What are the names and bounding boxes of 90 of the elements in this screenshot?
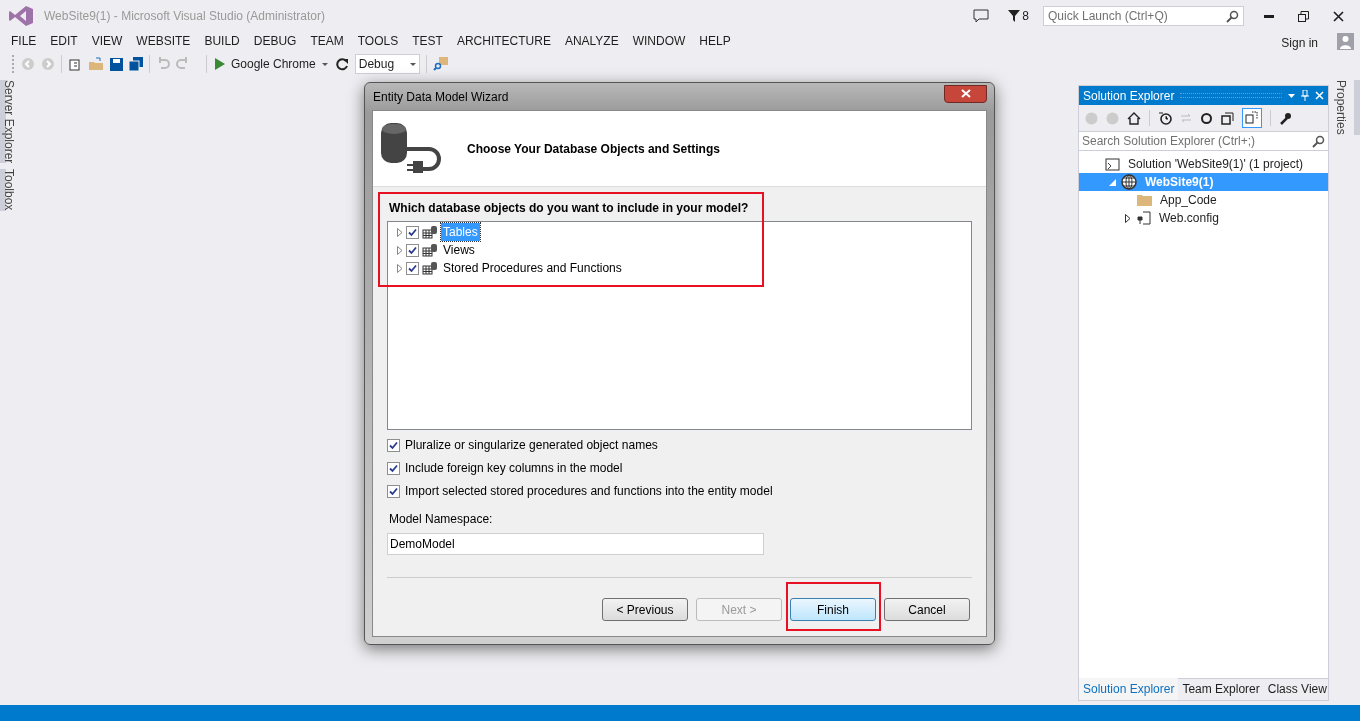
expanded-arrow-icon[interactable] [1108,178,1116,186]
tree-item-label: WebSite9(1) [1145,174,1214,191]
tree-item[interactable]: Views [441,241,477,259]
option-label: Import selected stored procedures and functions into the entity model [405,483,773,500]
sign-in-link[interactable]: Sign in [1281,33,1318,52]
tree-item[interactable]: Solution 'WebSite9(1)' (1 project) [1079,155,1328,173]
menu-item[interactable]: WINDOW [625,32,693,50]
menu-item[interactable]: TOOLS [350,32,406,50]
wrench-icon[interactable] [1279,111,1292,125]
home-icon[interactable] [1127,111,1141,125]
search-icon [1312,134,1325,148]
option-label: Include foreign key columns in the model [405,460,623,477]
save-icon[interactable] [110,57,123,71]
tree-item[interactable]: App_Code [1079,191,1328,209]
menu-item[interactable]: HELP [692,32,738,50]
new-project-icon[interactable] [68,57,82,71]
checkbox[interactable] [387,484,400,498]
refresh-icon[interactable] [335,57,349,71]
collapse-all-icon[interactable] [1221,111,1234,125]
side-tab[interactable]: Toolbox [0,169,22,211]
play-icon [215,58,225,70]
menu-item[interactable]: ANALYZE [557,32,626,50]
panel-tab[interactable]: Solution Explorer [1079,678,1179,700]
filter-icon[interactable] [1008,10,1021,22]
panel-title: Solution Explorer [1083,87,1175,105]
checkbox[interactable] [406,243,419,257]
find-in-files-icon[interactable] [432,56,451,72]
caret-icon [409,62,416,66]
wizard-heading: Choose Your Database Objects and Settings [467,140,720,158]
feedback-icon[interactable] [973,9,990,23]
dialog-title: Entity Data Model Wizard [373,88,509,106]
start-debugging-button[interactable]: Google Chrome [213,55,330,73]
globe-icon [1121,174,1137,190]
tree-item-label: Solution 'WebSite9(1)' (1 project) [1128,156,1304,173]
show-all-files-icon[interactable] [1242,108,1262,128]
namespace-field[interactable]: DemoModel [387,533,764,555]
tree-item-label: Web.config [1159,210,1219,227]
restore-icon[interactable] [1298,10,1309,22]
panel-tab[interactable]: Class View [1263,678,1331,700]
wizard-button[interactable]: Cancel [884,598,970,621]
notification-count[interactable]: 8 [1022,7,1029,25]
tree-item[interactable]: Web.config [1079,209,1328,227]
menu-item[interactable]: ARCHITECTURE [449,32,558,50]
namespace-label: Model Namespace: [389,511,494,528]
solution-icon [1105,157,1120,171]
table-database-icon [422,243,438,257]
side-tab[interactable]: Server Explorer [0,80,22,164]
checkbox[interactable] [387,461,400,475]
checkbox[interactable] [406,261,419,275]
app-logo-icon [8,5,34,27]
config-file-icon [1137,211,1151,225]
wizard-button[interactable]: < Previous [602,598,688,621]
checkbox[interactable] [406,225,419,239]
collapsed-arrow-icon[interactable] [1125,213,1131,223]
close-icon [960,89,971,98]
tree-item-label: App_Code [1160,192,1217,209]
search-icon [1226,9,1239,23]
menu-item[interactable]: TEST [405,32,450,50]
window-title: WebSite9(1) - Microsoft Visual Studio (Administrator) [44,8,325,25]
menu-item[interactable]: WEBSITE [129,32,198,50]
toolbar-grip-icon [12,55,15,73]
user-avatar-icon[interactable] [1337,32,1354,50]
refresh-icon[interactable] [1200,111,1213,125]
side-tab[interactable]: Properties [1335,80,1360,135]
panel-tab[interactable]: Team Explorer [1178,678,1264,700]
dropdown-caret-icon[interactable] [1288,93,1295,98]
history-icon[interactable] [1158,111,1172,125]
search-field[interactable]: Search Solution Explorer (Ctrl+;) [1079,131,1328,151]
checkbox[interactable] [387,438,400,452]
quick-launch-field[interactable]: Quick Launch (Ctrl+Q) [1043,6,1244,26]
close-icon[interactable] [1333,10,1344,22]
table-database-icon [422,225,438,239]
menu-item[interactable]: EDIT [43,32,85,50]
tree-item[interactable]: Stored Procedures and Functions [441,259,624,277]
option-label: Pluralize or singularize generated object names [405,437,658,454]
question-label: Which database objects do you want to include in your model? [389,200,750,217]
menu-item[interactable]: DEBUG [246,32,304,50]
menu-item[interactable]: VIEW [84,32,130,50]
table-database-icon [422,261,438,275]
caret-icon [321,62,328,66]
wizard-button[interactable]: Finish [790,598,876,621]
menu-item[interactable]: FILE [4,32,44,50]
menu-item[interactable]: BUILD [197,32,247,50]
folder-icon [1137,194,1152,206]
minimize-icon[interactable] [1264,14,1274,18]
pin-icon[interactable] [1301,90,1309,101]
close-button[interactable] [944,84,987,103]
save-all-icon[interactable] [129,57,143,71]
menu-item[interactable]: TEAM [303,32,351,50]
configuration-dropdown[interactable]: Debug [354,54,420,74]
